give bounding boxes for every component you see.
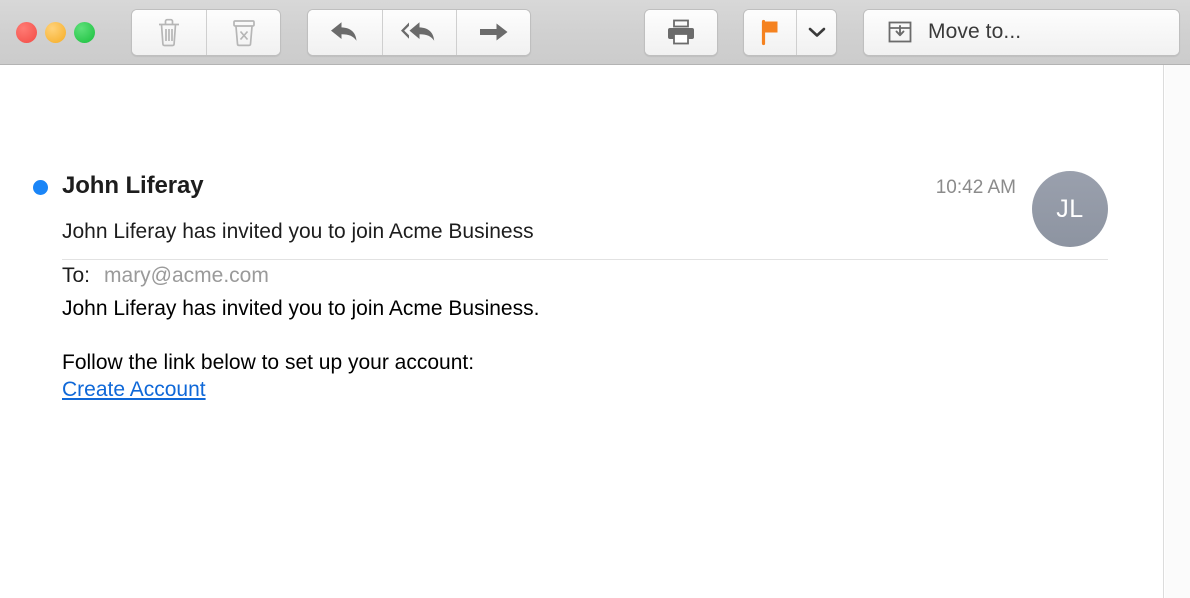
- forward-button[interactable]: [456, 9, 530, 55]
- flag-menu-button[interactable]: [796, 9, 836, 55]
- body-paragraph-1: John Liferay has invited you to join Acm…: [62, 297, 540, 320]
- to-label: To:: [62, 264, 91, 287]
- recipient-row: To: mary@acme.com: [62, 264, 269, 288]
- chevron-down-icon: [808, 26, 826, 38]
- print-button-group: [644, 8, 718, 56]
- move-to-button-group: Move to...: [863, 8, 1180, 56]
- junk-button[interactable]: [206, 9, 280, 55]
- to-value[interactable]: mary@acme.com: [104, 264, 269, 288]
- message-timestamp: 10:42 AM: [935, 177, 1016, 198]
- trash-icon: [156, 17, 182, 47]
- flag-button-group: [743, 8, 837, 56]
- reply-all-arrow-icon: [400, 19, 440, 45]
- message-scrollbar-gutter[interactable]: [1165, 65, 1190, 598]
- delete-button-group: [131, 8, 281, 56]
- message-pane: John Liferay 10:42 AM JL John Liferay ha…: [0, 65, 1164, 598]
- traffic-light-group: [16, 21, 95, 43]
- move-to-button[interactable]: Move to...: [864, 9, 1179, 55]
- printer-icon: [665, 18, 697, 46]
- forward-arrow-icon: [477, 20, 511, 44]
- archive-box-down-icon: [886, 18, 914, 46]
- window-toolbar: Move to...: [0, 0, 1190, 65]
- avatar: JL: [1032, 171, 1108, 247]
- delete-button[interactable]: [132, 9, 206, 55]
- avatar-initials: JL: [1056, 194, 1084, 223]
- create-account-link[interactable]: Create Account: [62, 378, 206, 401]
- message-header: John Liferay 10:42 AM JL John Liferay ha…: [0, 65, 1163, 287]
- sender-name: John Liferay: [62, 172, 204, 199]
- minimize-window-button[interactable]: [45, 21, 66, 43]
- print-button[interactable]: [645, 9, 717, 55]
- header-body-divider: [62, 259, 1108, 260]
- maximize-window-button[interactable]: [74, 21, 95, 43]
- unread-status-dot[interactable]: [33, 180, 48, 195]
- junk-bin-icon: [230, 17, 258, 47]
- flag-icon: [758, 18, 782, 46]
- message-subject: John Liferay has invited you to join Acm…: [62, 220, 534, 243]
- close-window-button[interactable]: [16, 21, 37, 43]
- reply-arrow-icon: [328, 19, 362, 45]
- reply-button[interactable]: [308, 9, 382, 55]
- reply-button-group: [307, 8, 531, 56]
- message-body: John Liferay has invited you to join Acm…: [62, 295, 1102, 402]
- body-paragraph-2: Follow the link below to set up your acc…: [62, 351, 475, 375]
- reply-all-button[interactable]: [382, 9, 456, 55]
- flag-button[interactable]: [744, 9, 796, 55]
- move-to-label: Move to...: [928, 20, 1022, 43]
